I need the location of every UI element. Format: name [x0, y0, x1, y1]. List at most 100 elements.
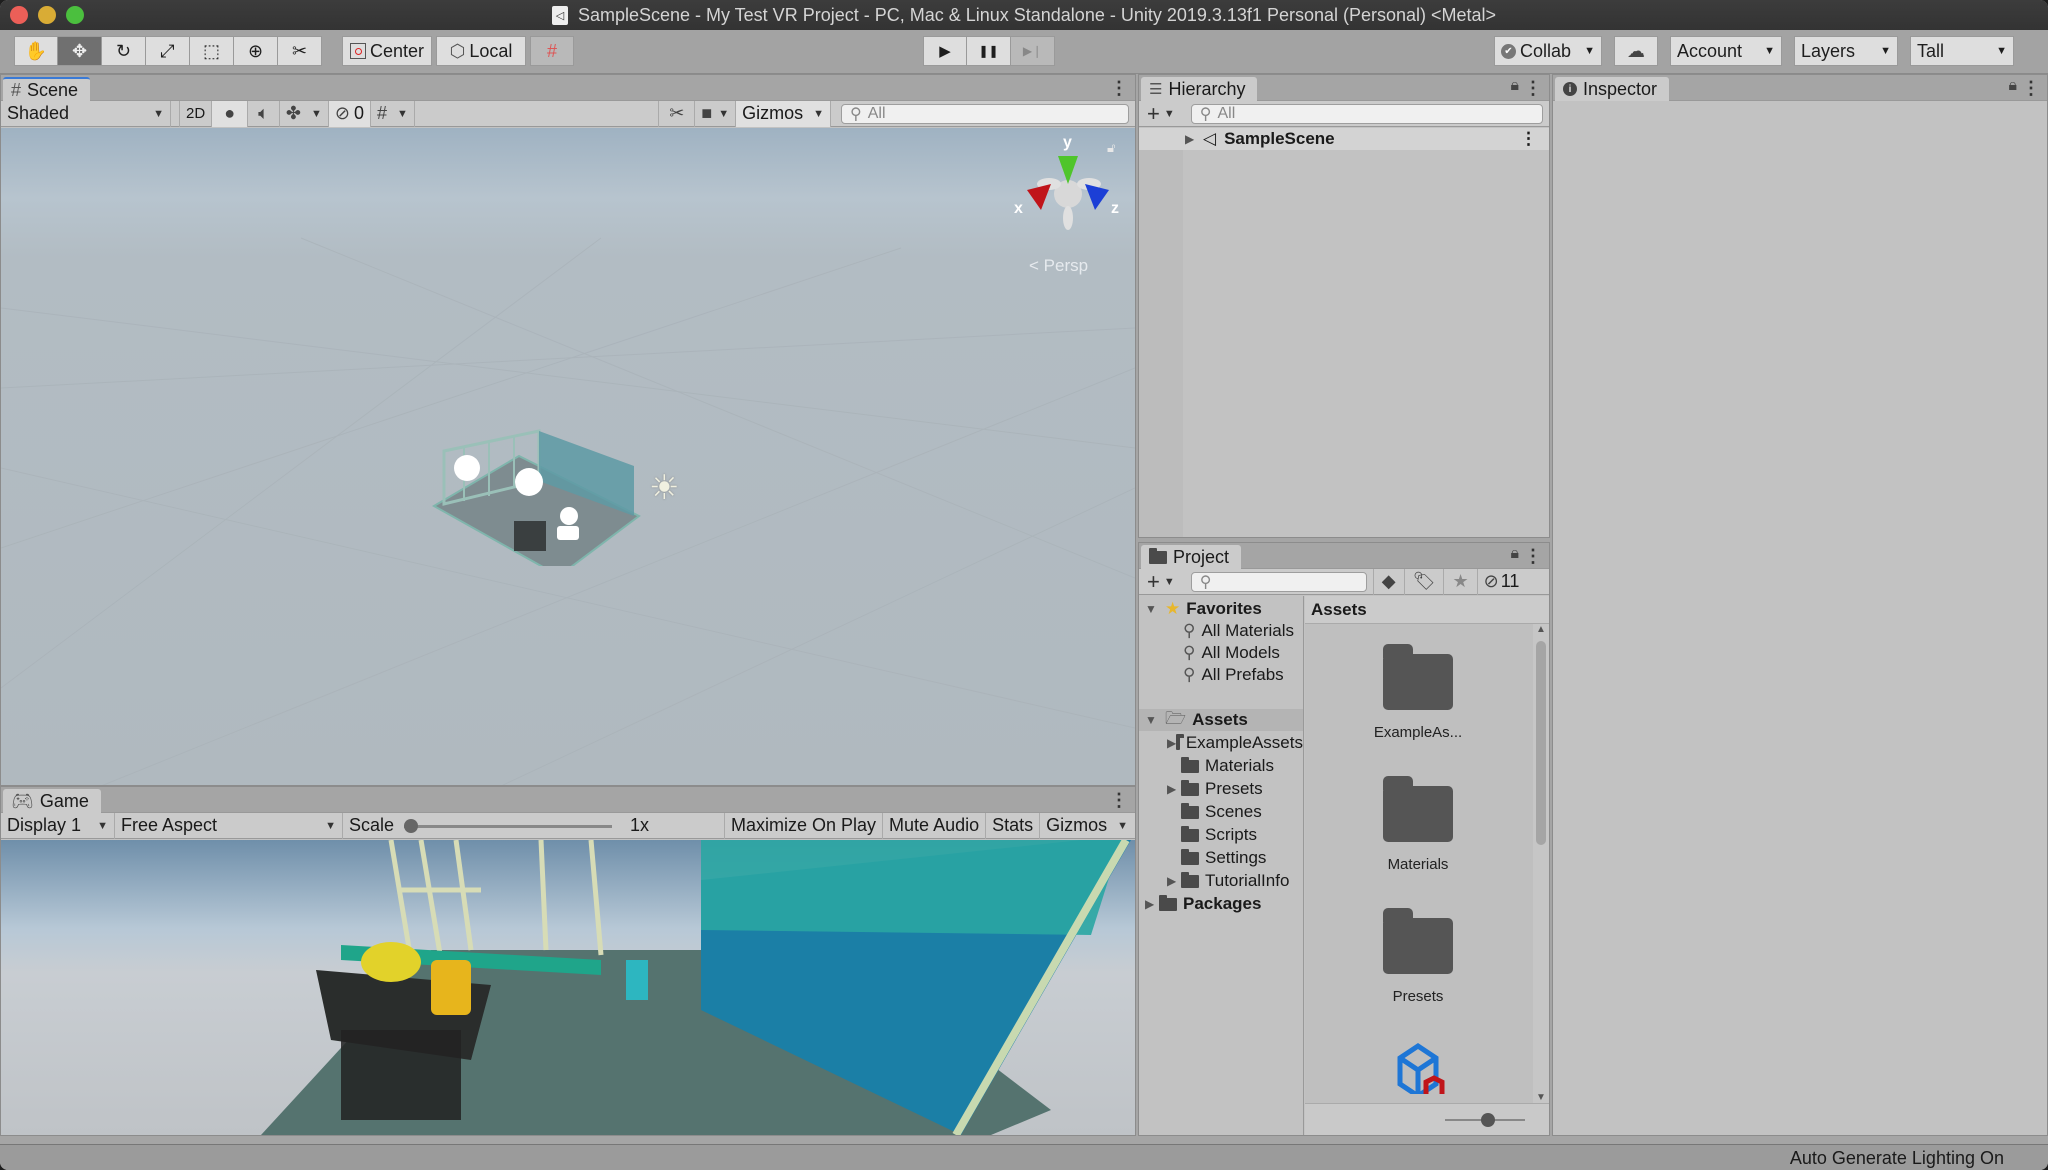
scale-tool-button[interactable]: ⤢ — [146, 36, 190, 66]
display-dropdown[interactable]: Display 1 ▼ — [1, 812, 115, 839]
hierarchy-lock-icon[interactable]: 🔒︎ — [1510, 77, 1519, 95]
favorites-section[interactable]: ▼ ★ Favorites — [1139, 598, 1303, 620]
hierarchy-search-input[interactable]: ⚲ All — [1190, 103, 1543, 124]
game-tab-menu-icon[interactable]: ⋮ — [1110, 790, 1128, 811]
scene-tools-button[interactable]: ✂ — [658, 100, 696, 127]
tab-game[interactable]: 🎮︎ Game — [3, 789, 101, 813]
scene-item-menu-icon[interactable]: ⋮ — [1520, 129, 1537, 149]
transform-tool-button[interactable]: ⊕ — [234, 36, 278, 66]
custom-tool-button[interactable]: ✂ — [278, 36, 322, 66]
asset-folder-presets[interactable]: Presets — [1305, 908, 1531, 1005]
expand-arrow-icon[interactable]: ▶ — [1167, 736, 1176, 750]
gizmos-dropdown[interactable]: Gizmos ▼ — [736, 100, 831, 127]
maximize-on-play-toggle[interactable]: Maximize On Play — [725, 812, 884, 839]
project-create-dropdown[interactable]: + ▼ — [1139, 569, 1183, 595]
folder-tutorialinfo[interactable]: ▶ TutorialInfo — [1139, 870, 1303, 892]
lock-icon[interactable]: 🔓︎ — [1107, 140, 1115, 156]
move-tool-button[interactable]: ✥ — [58, 36, 102, 66]
inspector-tab-menu-icon[interactable]: ⋮ — [2022, 78, 2040, 99]
expand-arrow-icon[interactable]: ▶ — [1167, 782, 1181, 796]
folder-scripts[interactable]: Scripts — [1139, 824, 1303, 846]
save-search-button[interactable]: ★ — [1444, 568, 1478, 595]
grid-snap-button[interactable]: # — [530, 36, 574, 66]
folder-exampleassets[interactable]: ▶ ExampleAssets — [1139, 732, 1303, 754]
step-button[interactable]: ▶❘ — [1011, 36, 1055, 66]
hierarchy-tab-menu-icon[interactable]: ⋮ — [1524, 78, 1542, 99]
scrollbar-thumb[interactable] — [1536, 641, 1546, 845]
expand-arrow-icon[interactable]: ▶ — [1167, 874, 1181, 888]
folder-scenes[interactable]: Scenes — [1139, 801, 1303, 823]
account-dropdown[interactable]: Account ▼ — [1670, 36, 1782, 66]
camera-dropdown[interactable]: ■ ▼ — [695, 100, 737, 127]
collapse-arrow-icon[interactable]: ▼ — [1145, 713, 1159, 727]
tab-hierarchy[interactable]: ☰ Hierarchy — [1141, 77, 1258, 101]
scroll-up-icon[interactable]: ▲ — [1533, 624, 1549, 635]
maximize-window-button[interactable] — [66, 6, 84, 24]
favorite-all-materials[interactable]: ⚲ All Materials — [1139, 620, 1303, 642]
lighting-toggle[interactable]: ● — [212, 100, 249, 127]
folder-materials[interactable]: Materials — [1139, 755, 1303, 777]
scale-slider-thumb[interactable] — [404, 818, 419, 833]
close-window-button[interactable] — [10, 6, 28, 24]
packages-root-folder[interactable]: ▶ Packages — [1139, 893, 1303, 915]
collab-dropdown[interactable]: ✔ Collab ▼ — [1494, 36, 1602, 66]
project-tab-menu-icon[interactable]: ⋮ — [1524, 546, 1542, 567]
cloud-button[interactable]: ☁ — [1614, 36, 1658, 66]
favorite-all-prefabs[interactable]: ⚲ All Prefabs — [1139, 664, 1303, 686]
tab-inspector[interactable]: i Inspector — [1555, 77, 1670, 101]
project-search-input[interactable]: ⚲ — [1190, 571, 1367, 592]
project-lock-icon[interactable]: 🔒︎ — [1510, 545, 1519, 563]
tab-scene[interactable]: # Scene — [3, 77, 91, 101]
pause-button[interactable]: ❚❚ — [967, 36, 1011, 66]
shading-mode-dropdown[interactable]: Shaded ▼ — [1, 100, 171, 127]
orientation-gizmo[interactable]: y x z — [1011, 134, 1135, 254]
asset-package[interactable] — [1305, 1038, 1531, 1094]
2d-toggle[interactable]: 2D — [179, 100, 213, 127]
effects-dropdown[interactable]: ✤ ▼ — [280, 100, 329, 127]
tab-project[interactable]: Project — [1141, 545, 1242, 569]
layout-dropdown[interactable]: Tall ▼ — [1910, 36, 2014, 66]
space-local-toggle[interactable]: ⬡ Local — [436, 36, 526, 66]
assets-root-folder[interactable]: ▼ 🗁︎ Assets — [1139, 709, 1303, 731]
folder-presets[interactable]: ▶ Presets — [1139, 778, 1303, 800]
favorite-all-models[interactable]: ⚲ All Models — [1139, 642, 1303, 664]
expand-arrow-icon[interactable]: ▶ — [1145, 897, 1159, 911]
folder-settings[interactable]: Settings — [1139, 847, 1303, 869]
expand-arrow-icon[interactable]: ▶ — [1185, 132, 1199, 146]
minimize-window-button[interactable] — [38, 6, 56, 24]
asset-folder-exampleassets[interactable]: ExampleAs... — [1305, 644, 1531, 741]
pivot-center-toggle[interactable]: Center — [342, 36, 432, 66]
scale-slider[interactable] — [404, 818, 613, 833]
audio-toggle[interactable]: 🔈︎ — [248, 100, 280, 127]
hidden-objects-toggle[interactable]: ⊘ 0 — [328, 100, 371, 127]
mute-audio-toggle[interactable]: Mute Audio — [883, 812, 987, 839]
directional-light-gizmo[interactable]: ☀ — [649, 468, 679, 508]
rect-tool-button[interactable]: ⬚ — [190, 36, 234, 66]
asset-folder-materials[interactable]: Materials — [1305, 776, 1531, 873]
hierarchy-create-dropdown[interactable]: + ▼ — [1139, 101, 1183, 127]
collapse-arrow-icon[interactable]: ▼ — [1145, 602, 1159, 616]
search-by-label-button[interactable]: 🏷︎ — [1405, 568, 1445, 595]
game-gizmos-dropdown[interactable]: Gizmos ▼ — [1040, 813, 1134, 839]
inspector-lock-icon[interactable]: 🔒︎ — [2008, 77, 2017, 95]
projection-toggle[interactable]: < Persp — [1029, 256, 1088, 276]
scroll-down-icon[interactable]: ▼ — [1533, 1092, 1549, 1103]
hierarchy-item-samplescene[interactable]: ▶ ◁ SampleScene ⋮ — [1139, 128, 1549, 150]
status-message[interactable]: Auto Generate Lighting On — [1790, 1148, 2004, 1169]
layers-dropdown[interactable]: Layers ▼ — [1794, 36, 1898, 66]
rotate-tool-button[interactable]: ↻ — [102, 36, 146, 66]
play-button[interactable]: ▶ — [923, 36, 967, 66]
assets-scrollbar[interactable]: ▲ ▼ — [1533, 624, 1549, 1103]
search-by-type-button[interactable]: ◆ — [1372, 568, 1405, 595]
scene-search-input[interactable]: ⚲ All — [841, 103, 1129, 124]
grid-dropdown[interactable]: # ▼ — [371, 100, 415, 127]
aspect-dropdown[interactable]: Free Aspect ▼ — [115, 812, 343, 839]
scene-viewport[interactable]: ☀ y x z 🔓︎ < Persp — [1, 128, 1135, 785]
hand-tool-button[interactable]: ✋ — [14, 36, 58, 66]
game-viewport[interactable] — [1, 840, 1135, 1135]
icon-size-slider[interactable] — [1445, 1113, 1525, 1127]
hidden-packages-toggle[interactable]: ⊘ 11 — [1478, 569, 1526, 595]
scene-tab-menu-icon[interactable]: ⋮ — [1110, 78, 1128, 99]
icon-size-slider-thumb[interactable] — [1481, 1113, 1496, 1127]
stats-toggle[interactable]: Stats — [986, 812, 1041, 839]
